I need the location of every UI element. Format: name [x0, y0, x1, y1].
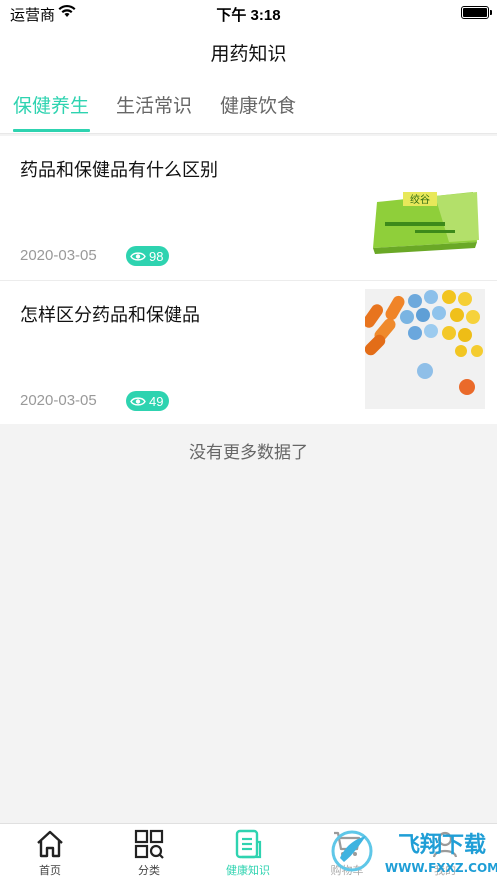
- tab-bar-label: 健康知识: [226, 865, 270, 877]
- colorful-pills-image: [365, 289, 485, 409]
- category-icon: [134, 829, 164, 859]
- article-title: 药品和保健品有什么区别: [20, 160, 218, 180]
- watermark-brand: 飞翔下载: [398, 832, 486, 858]
- view-count: 49: [149, 393, 164, 409]
- tab-bar-label: 分类: [138, 865, 160, 877]
- tab-bar-category[interactable]: 分类: [114, 828, 184, 878]
- article-date: 2020-03-05: [20, 247, 97, 264]
- active-tab-indicator: [13, 129, 90, 132]
- view-count-badge: 49: [126, 391, 170, 411]
- tab-healthy-diet[interactable]: 健康饮食: [220, 91, 296, 118]
- category-tabs: 保健养生 生活常识 健康饮食: [0, 76, 497, 134]
- battery-icon: [461, 6, 492, 19]
- tab-bar-health-knowledge[interactable]: 健康知识: [213, 828, 283, 878]
- eye-icon: [130, 396, 146, 406]
- page-title: 用药知识: [210, 44, 287, 65]
- package-label: 绞谷: [410, 193, 430, 206]
- eye-icon: [130, 251, 146, 261]
- tab-life-tips[interactable]: 生活常识: [116, 91, 192, 118]
- tea-package-image: 绞谷: [365, 144, 485, 264]
- list-item[interactable]: 药品和保健品有什么区别 2020-03-05 98 绞谷: [0, 136, 497, 280]
- health-knowledge-icon: [235, 829, 262, 859]
- tab-health-care[interactable]: 保健养生: [13, 91, 89, 118]
- article-title: 怎样区分药品和保健品: [20, 305, 200, 325]
- watermark-url: WWW.FXXZ.COM: [385, 861, 497, 875]
- list-item[interactable]: 怎样区分药品和保健品 2020-03-05 49: [0, 280, 497, 424]
- view-count-badge: 98: [126, 246, 170, 266]
- article-list: 药品和保健品有什么区别 2020-03-05 98 绞谷 怎样区分药品和保健品: [0, 136, 497, 424]
- tab-bar-home[interactable]: 首页: [15, 828, 85, 878]
- no-more-data-text: 没有更多数据了: [189, 443, 308, 462]
- article-date: 2020-03-05: [20, 392, 97, 409]
- home-icon: [37, 830, 63, 858]
- clock: 下午 3:18: [216, 7, 281, 24]
- tab-bar-label: 首页: [39, 865, 61, 877]
- nav-bar: 用药知识: [0, 26, 497, 76]
- site-watermark: 飞翔下载 WWW.FXXZ.COM: [330, 824, 497, 883]
- view-count: 98: [149, 248, 164, 264]
- status-bar: 运营商 下午 3:18: [0, 0, 497, 26]
